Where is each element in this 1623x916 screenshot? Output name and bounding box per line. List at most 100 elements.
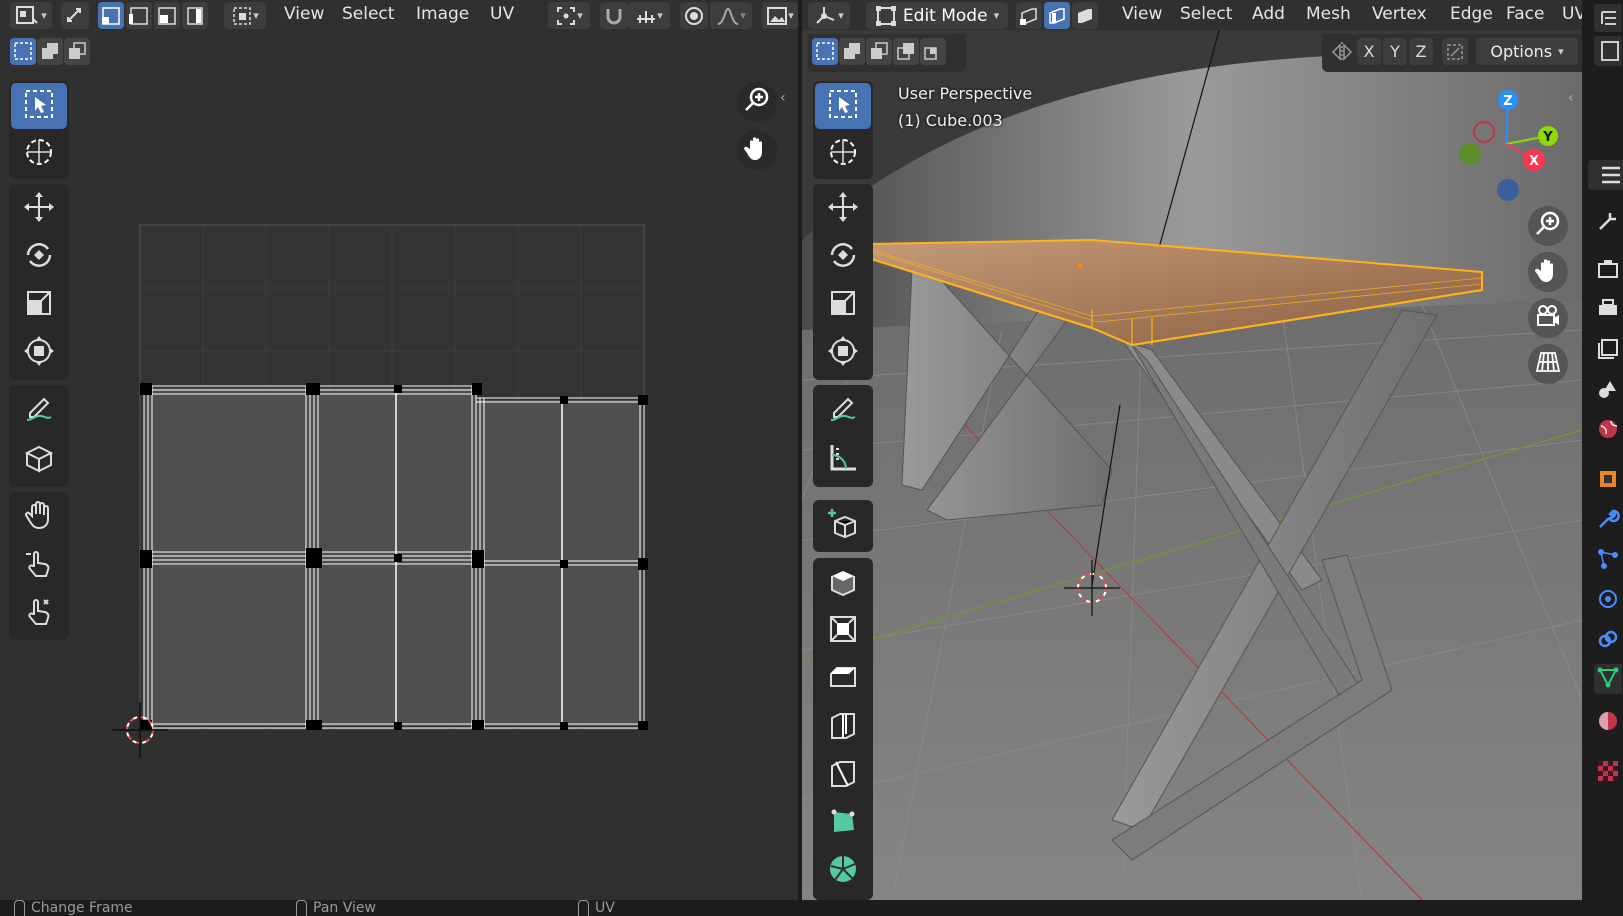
vp-select-box-tool[interactable]	[815, 83, 871, 129]
scene-tab[interactable]	[1594, 376, 1622, 406]
vp-cursor-tool[interactable]	[815, 131, 871, 177]
output-tab[interactable]	[1594, 296, 1622, 326]
wrench-screwdriver-icon	[1596, 209, 1620, 238]
vp-poly-build-tool[interactable]	[815, 800, 871, 846]
auto-merge-toggle[interactable]	[1442, 38, 1468, 65]
vp-annotate-tool[interactable]	[815, 387, 871, 433]
sidebar-toggle-icon[interactable]: ‹	[780, 90, 786, 106]
select-extend-icon	[843, 42, 861, 60]
outliner-editor-icon[interactable]	[1594, 4, 1622, 32]
modifier-tab[interactable]	[1594, 506, 1622, 536]
world-tab[interactable]	[1594, 416, 1622, 446]
mesh-data-tab[interactable]	[1594, 664, 1622, 694]
physics-tab[interactable]	[1594, 586, 1622, 616]
panel-toggle-icon[interactable]	[1594, 36, 1622, 66]
material-sphere-icon	[1596, 709, 1620, 738]
select-extend-mode-button[interactable]	[839, 38, 865, 65]
poly-build-icon	[826, 804, 860, 843]
options-label: Options	[1490, 42, 1553, 61]
status-hint-change-frame: Change Frame	[14, 900, 133, 916]
vp-extrude-tool[interactable]	[815, 560, 871, 606]
vp-zoom-button[interactable]	[1528, 206, 1568, 246]
vp-loop-cut-tool[interactable]	[815, 704, 871, 750]
tool-tab[interactable]	[1594, 208, 1622, 238]
vp-menu-vertex[interactable]: Vertex	[1372, 4, 1427, 24]
loop-cut-icon	[826, 708, 860, 747]
sidebar-toggle-icon[interactable]: ‹	[1568, 90, 1574, 106]
face-select-mode-button[interactable]	[1072, 2, 1098, 29]
vp-perspective-toggle[interactable]	[1528, 344, 1568, 384]
vp-knife-tool[interactable]	[815, 752, 871, 798]
zoom-icon	[1533, 209, 1563, 244]
select-subtract-mode-button[interactable]	[866, 38, 892, 65]
vp-add-tools	[813, 500, 873, 552]
vp-inset-tool[interactable]	[815, 608, 871, 654]
physics-orbit-icon	[1596, 587, 1620, 616]
edge-select-mode-button[interactable]	[1044, 2, 1070, 29]
vp-transform-tool[interactable]	[815, 330, 871, 376]
options-dropdown[interactable]: Options ▾	[1476, 38, 1578, 65]
constraints-tab[interactable]	[1594, 626, 1622, 656]
mode-dropdown[interactable]: Edit Mode ▾	[866, 2, 1008, 29]
vp-pan-button[interactable]	[1528, 252, 1568, 292]
vp-menu-mesh[interactable]: Mesh	[1306, 4, 1351, 24]
texture-tab[interactable]	[1594, 758, 1622, 788]
neg-x-handle[interactable]	[1473, 121, 1495, 143]
checker-texture-icon	[1596, 759, 1620, 788]
view-perspective-label: User Perspective	[898, 84, 1033, 103]
vp-menu-uv[interactable]: UV	[1562, 4, 1582, 24]
properties-tab-strip	[1582, 0, 1623, 900]
annotate-pencil-icon	[826, 391, 860, 430]
active-object-label: (1) Cube.003	[898, 111, 1003, 130]
vp-move-tool[interactable]	[815, 186, 871, 232]
material-tab[interactable]	[1594, 708, 1622, 738]
mouse-button-icon	[14, 900, 25, 916]
vp-menu-add[interactable]: Add	[1252, 4, 1285, 24]
vp-spin-tool[interactable]	[815, 848, 871, 894]
vp-camera-button[interactable]	[1528, 298, 1568, 338]
vp-bevel-tool[interactable]	[815, 656, 871, 702]
navigation-gizmo[interactable]: Z Y X	[1448, 86, 1558, 206]
neg-y-handle[interactable]	[1459, 143, 1481, 165]
object-tab[interactable]	[1594, 466, 1622, 496]
vp-mesh-tools	[813, 558, 873, 900]
render-tab[interactable]	[1594, 256, 1622, 286]
3d-viewport[interactable]: ▾ Edit Mode ▾ View Select Add Mesh Verte…	[802, 0, 1582, 900]
uv-editor[interactable]: ▾ ▾ View Select Image UV ▾ ▾ ▾ ▾ ‹	[0, 0, 798, 900]
uv-canvas[interactable]	[0, 0, 798, 900]
neg-z-handle[interactable]	[1497, 179, 1519, 201]
vertex-select-mode-button[interactable]	[1016, 2, 1042, 29]
particles-icon	[1596, 547, 1620, 576]
mirror-y-toggle[interactable]: Y	[1383, 38, 1407, 65]
vp-menu-select[interactable]: Select	[1180, 4, 1232, 24]
camera-back-icon	[1596, 257, 1620, 286]
vp-menu-face[interactable]: Face	[1506, 4, 1544, 24]
constraint-link-icon	[1596, 627, 1620, 656]
editor-type-button[interactable]: ▾	[808, 2, 850, 29]
vp-scale-tool[interactable]	[815, 282, 871, 328]
vp-menu-view[interactable]: View	[1122, 4, 1162, 24]
view-layer-tab[interactable]	[1594, 336, 1622, 366]
uv-zoom-button[interactable]	[737, 82, 777, 122]
chevron-down-icon: ▾	[838, 9, 844, 22]
3d-viewport-icon	[814, 5, 838, 27]
vp-measure-tool[interactable]	[815, 437, 871, 483]
select-intersect-mode-button[interactable]	[920, 38, 946, 65]
mirror-x-toggle[interactable]: X	[1357, 38, 1381, 65]
vp-rotate-tool[interactable]	[815, 234, 871, 280]
rotate-icon	[826, 238, 860, 277]
properties-editor-type-icon[interactable]	[1588, 160, 1623, 190]
select-new-mode-button[interactable]	[812, 38, 838, 65]
select-invert-icon	[897, 42, 915, 60]
particles-tab[interactable]	[1594, 546, 1622, 576]
vp-add-cube-tool[interactable]	[815, 503, 871, 549]
vp-menu-edge[interactable]: Edge	[1450, 4, 1493, 24]
select-new-icon	[816, 42, 834, 60]
add-cube-icon	[826, 507, 860, 546]
uv-pan-button[interactable]	[737, 130, 777, 170]
world-globe-icon	[1596, 417, 1620, 446]
select-invert-mode-button[interactable]	[893, 38, 919, 65]
edit-mode-icon	[875, 5, 897, 27]
mouse-button-icon	[296, 900, 307, 916]
mirror-z-toggle[interactable]: Z	[1409, 38, 1433, 65]
